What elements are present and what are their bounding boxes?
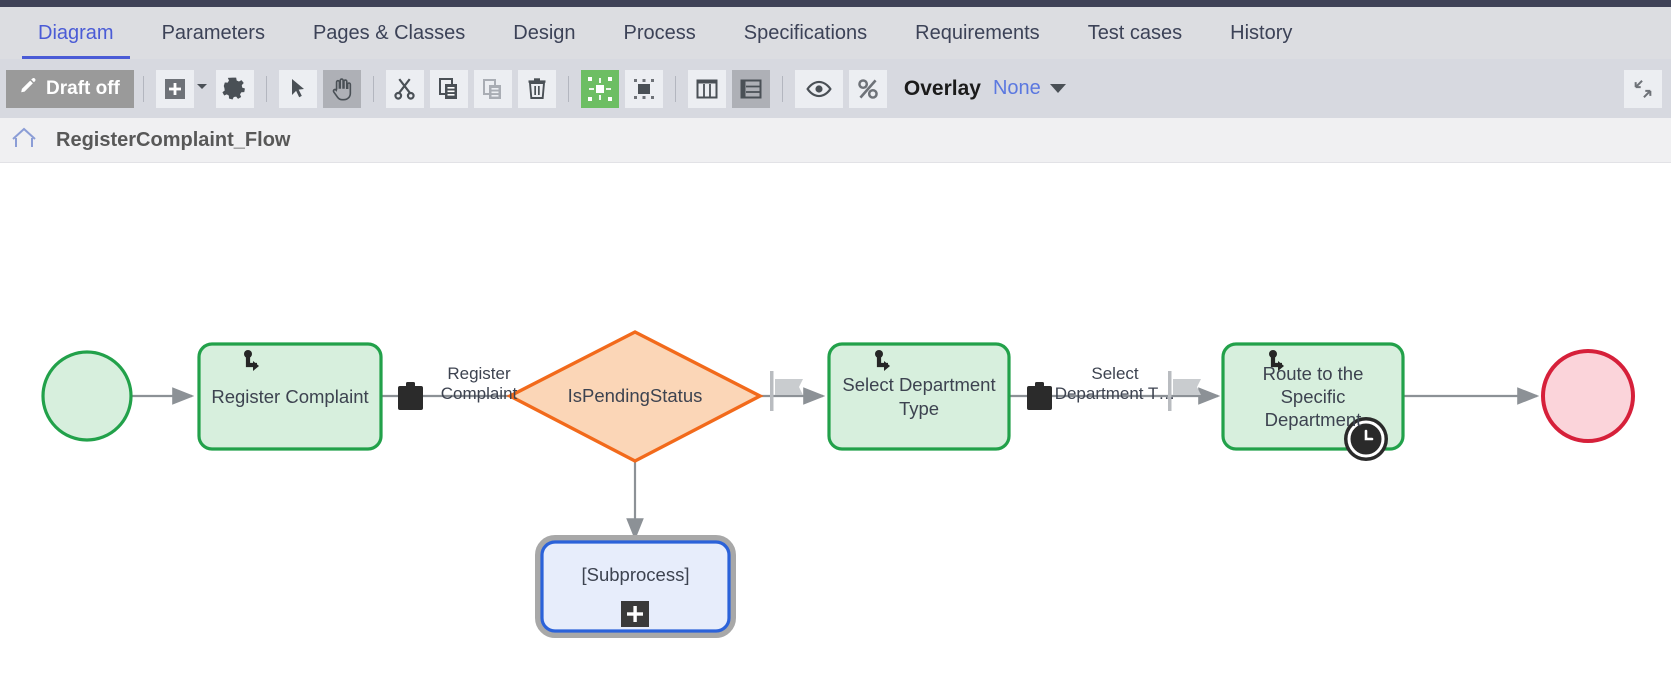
collapse-panel-button[interactable] (1624, 70, 1662, 108)
plus-icon (163, 77, 187, 101)
breadcrumb: RegisterComplaint_Flow (0, 118, 1671, 163)
tab-label: Test cases (1088, 22, 1182, 45)
tab-requirements[interactable]: Requirements (891, 7, 1064, 59)
toolbar-divider (373, 76, 374, 102)
preview-button[interactable] (795, 70, 843, 108)
paste-icon (481, 77, 505, 101)
home-icon[interactable] (10, 125, 38, 156)
delete-button[interactable] (518, 70, 556, 108)
tab-design[interactable]: Design (489, 7, 599, 59)
cut-button[interactable] (386, 70, 424, 108)
cursor-arrow-icon (286, 77, 310, 101)
tab-label: Design (513, 22, 575, 45)
collapse-diagonal-icon (1632, 78, 1654, 100)
add-element-button[interactable] (156, 70, 194, 108)
tab-specifications[interactable]: Specifications (720, 7, 891, 59)
scissors-icon (392, 76, 417, 101)
diagram-toolbar: Draft off (0, 59, 1671, 118)
node-task-select-department-type[interactable] (829, 344, 1009, 449)
tab-label: Pages & Classes (313, 22, 465, 45)
tab-label: Specifications (744, 22, 867, 45)
overlay-caret-down-icon[interactable] (1050, 84, 1066, 93)
trash-icon (525, 77, 549, 101)
tab-label: Diagram (38, 22, 114, 45)
columns-layout-button[interactable] (688, 70, 726, 108)
caret-down-icon (195, 79, 209, 93)
toolbar-divider (143, 76, 144, 102)
gear-icon (222, 76, 247, 101)
edge-icon-clipboard-2 (1027, 382, 1052, 410)
toolbar-divider (782, 76, 783, 102)
auto-layout-button[interactable] (581, 70, 619, 108)
node-start-event[interactable] (43, 352, 131, 440)
tab-diagram[interactable]: Diagram (14, 7, 138, 59)
node-gateway-ispendingstatus[interactable] (510, 332, 760, 461)
tab-label: History (1230, 22, 1292, 45)
toolbar-divider (675, 76, 676, 102)
tab-test-cases[interactable]: Test cases (1064, 7, 1206, 59)
tab-history[interactable]: History (1206, 7, 1316, 59)
diagram-svg (0, 164, 1671, 680)
main-tabbar: Diagram Parameters Pages & Classes Desig… (0, 7, 1671, 59)
tab-pages-classes[interactable]: Pages & Classes (289, 7, 489, 59)
node-task-route-to-specific-department[interactable] (1223, 344, 1403, 461)
rows-layout-icon (739, 77, 763, 101)
node-end-event[interactable] (1543, 351, 1633, 441)
rows-layout-button[interactable] (732, 70, 770, 108)
timer-boundary-event-badge[interactable] (1344, 417, 1388, 461)
breadcrumb-title[interactable]: RegisterComplaint_Flow (56, 129, 290, 152)
fit-selection-icon (632, 77, 656, 101)
columns-layout-icon (695, 77, 719, 101)
edge-icon-clipboard-1 (398, 382, 423, 410)
node-subprocess[interactable] (539, 539, 732, 634)
draft-toggle-button[interactable]: Draft off (6, 70, 134, 108)
edge-icon-flag-2 (1168, 371, 1201, 411)
add-element-caret[interactable] (195, 79, 209, 98)
paste-button[interactable] (474, 70, 512, 108)
tab-label: Requirements (915, 22, 1040, 45)
hand-icon (329, 76, 355, 102)
settings-button[interactable] (216, 70, 254, 108)
draft-label: Draft off (46, 78, 120, 100)
diagram-canvas[interactable]: Register Complaint IsPendingStatus Selec… (0, 164, 1671, 680)
tab-label: Process (624, 22, 696, 45)
diagram-editor-window: Diagram Parameters Pages & Classes Desig… (0, 0, 1671, 680)
window-top-strip (0, 0, 1671, 7)
copy-icon (437, 77, 461, 101)
edge-icon-flag-1 (770, 371, 803, 411)
pan-tool-button[interactable] (323, 70, 361, 108)
percent-icon (855, 76, 881, 102)
expand-subprocess-icon[interactable] (621, 601, 649, 627)
node-task-register-complaint[interactable] (199, 344, 381, 449)
tab-process[interactable]: Process (600, 7, 720, 59)
toolbar-divider (266, 76, 267, 102)
overlay-label: Overlay (904, 77, 981, 101)
copy-button[interactable] (430, 70, 468, 108)
toolbar-divider (568, 76, 569, 102)
select-tool-button[interactable] (279, 70, 317, 108)
fit-selection-button[interactable] (625, 70, 663, 108)
percent-button[interactable] (849, 70, 887, 108)
eye-icon (806, 76, 832, 102)
tab-parameters[interactable]: Parameters (138, 7, 289, 59)
overlay-value[interactable]: None (993, 77, 1041, 100)
tab-label: Parameters (162, 22, 265, 45)
pen-icon (17, 76, 37, 102)
auto-layout-icon (588, 77, 612, 101)
